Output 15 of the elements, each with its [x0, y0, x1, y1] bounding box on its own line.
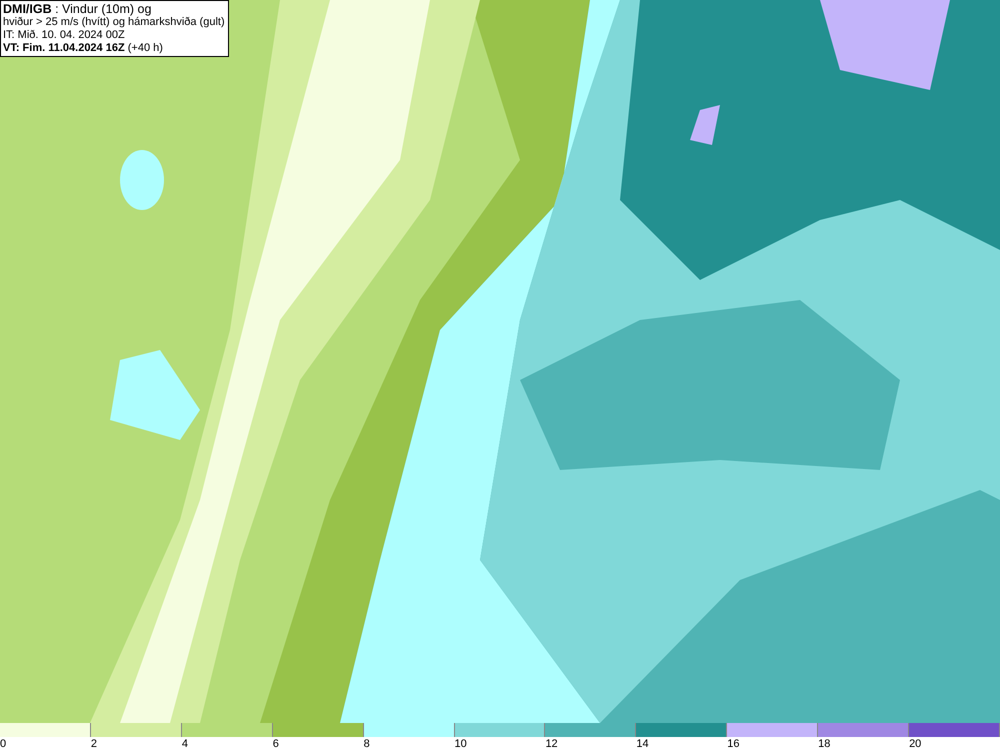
legend-label: 6 [272, 737, 279, 751]
header-line: VT: Fim. 11.04.2024 16Z (+40 h) [3, 42, 164, 55]
legend-label: 16 [727, 737, 740, 751]
legend-label: 10 [454, 737, 467, 751]
legend-label: 0 [0, 737, 6, 751]
legend-label: 20 [909, 737, 922, 751]
header-line: DMI/IGB : Vindur (10m) og [3, 2, 152, 16]
legend-label: 12 [545, 737, 558, 751]
legend-label: 8 [364, 737, 370, 751]
legend-label: 14 [636, 737, 649, 751]
legend-label: 18 [818, 737, 830, 751]
header-line: hviður > 25 m/s (hvítt) og hámarkshviða (gult) [3, 16, 226, 29]
legend-label: 4 [182, 737, 188, 751]
legend-label: 2 [90, 737, 98, 751]
header-line: IT: Mið. 10. 04. 2024 00Z [3, 29, 126, 42]
